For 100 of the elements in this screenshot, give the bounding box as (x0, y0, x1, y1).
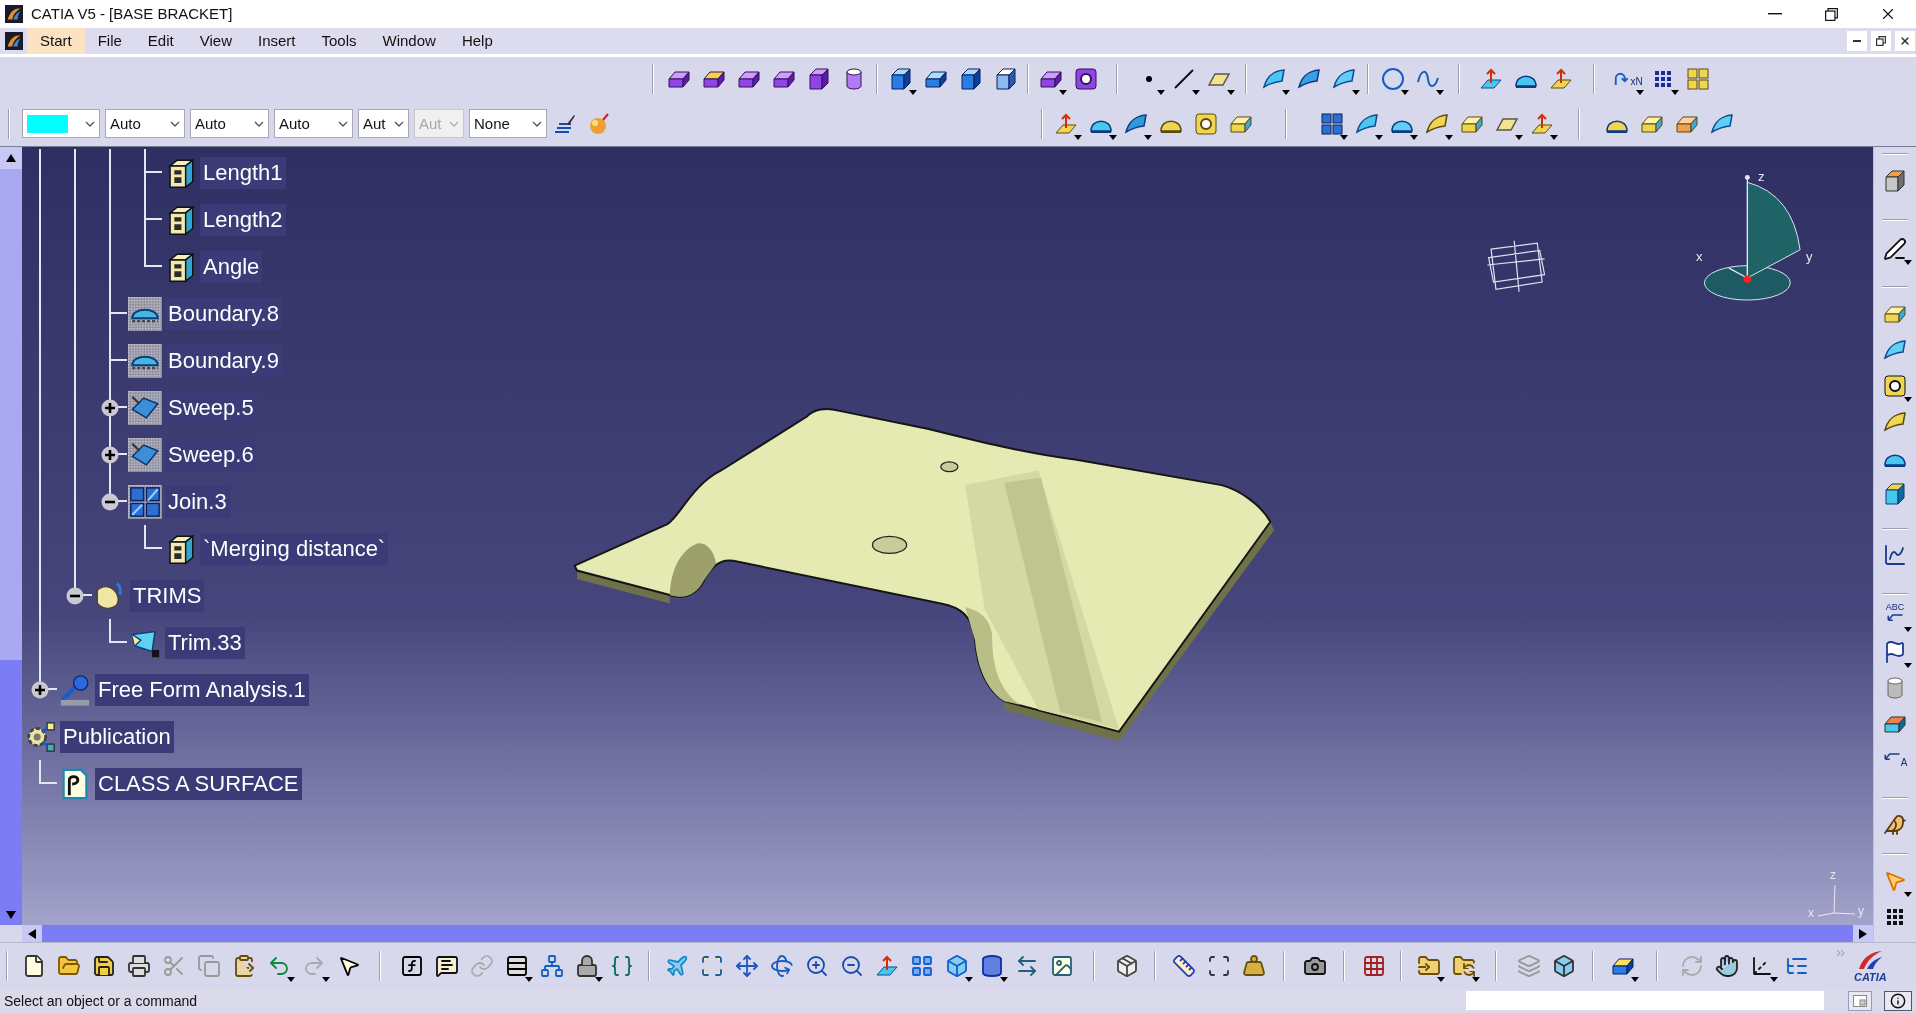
caret-icon[interactable] (1903, 260, 1912, 265)
surface-icon[interactable] (1261, 67, 1286, 91)
caret-icon[interactable] (1436, 90, 1444, 95)
caret-icon[interactable] (909, 90, 917, 95)
select-field[interactable]: None (469, 109, 547, 138)
chevron-down-icon[interactable] (338, 120, 348, 127)
horizontal-scrollbar[interactable] (42, 925, 1853, 942)
tiles-icon[interactable] (1319, 111, 1344, 136)
caret-icon[interactable] (1375, 134, 1383, 140)
padlock-icon[interactable] (574, 954, 599, 978)
color-picker[interactable] (22, 109, 100, 138)
caret-icon[interactable] (287, 977, 295, 982)
close-button[interactable] (1895, 31, 1915, 51)
surface-icon[interactable] (1354, 111, 1379, 136)
menu-item[interactable]: Insert (244, 28, 309, 54)
surface-icon[interactable] (1424, 111, 1449, 136)
cube-icon[interactable] (1883, 482, 1907, 506)
tree-item-label[interactable]: Boundary.9 (165, 344, 282, 377)
select-field[interactable]: Auto (274, 109, 353, 138)
caret-icon[interactable] (1227, 90, 1235, 95)
tree-item-label[interactable]: Publication (60, 720, 174, 753)
tree-item-label[interactable]: Free Form Analysis.1 (95, 673, 309, 706)
caret-icon[interactable] (1074, 134, 1082, 140)
ruler-icon[interactable] (1171, 954, 1196, 978)
hand-icon[interactable] (1714, 954, 1739, 978)
minimize-button[interactable] (1847, 31, 1867, 51)
caret-icon[interactable] (1903, 663, 1912, 668)
package-icon[interactable] (1114, 954, 1139, 978)
restore-button[interactable] (1871, 31, 1891, 51)
speech-bubble-icon[interactable] (434, 954, 459, 978)
plus-icon[interactable] (30, 680, 49, 699)
caret-icon[interactable] (1671, 90, 1679, 95)
surface-icon[interactable] (128, 390, 162, 425)
plus-icon[interactable] (100, 445, 119, 464)
circle-icon[interactable] (1380, 67, 1405, 91)
folder-sync-icon[interactable] (1451, 954, 1476, 978)
tree-item-label[interactable]: `Merging distance` (200, 532, 389, 565)
cube-icon[interactable] (958, 67, 983, 91)
select-field[interactable]: Auto (105, 109, 185, 138)
pan-icon[interactable] (734, 954, 759, 978)
caret-icon[interactable] (1550, 134, 1558, 140)
tree-item-label[interactable]: Angle (200, 250, 263, 283)
dome-icon[interactable] (128, 296, 162, 331)
sphere-icon[interactable] (587, 111, 612, 136)
select-field[interactable]: Aut (358, 109, 409, 138)
tiles-icon[interactable] (1685, 67, 1710, 91)
restore-icon[interactable] (1825, 7, 1838, 21)
minus-icon[interactable] (100, 492, 119, 511)
info-button[interactable] (1884, 990, 1912, 1011)
surface-arrow-icon[interactable] (1548, 67, 1573, 91)
curved-arrow-icon[interactable] (1612, 70, 1631, 88)
ring-icon[interactable] (1073, 67, 1098, 91)
bird-icon[interactable] (1883, 813, 1907, 837)
tree-item-label[interactable]: Length2 (200, 203, 286, 236)
caret-icon[interactable] (1472, 977, 1480, 982)
caret-icon[interactable] (1445, 134, 1453, 140)
surface-arrow-icon[interactable] (1478, 67, 1503, 91)
function-icon[interactable] (399, 954, 424, 978)
caret-icon[interactable] (1903, 892, 1912, 897)
four-pane-icon[interactable] (909, 954, 934, 978)
caret-icon[interactable] (965, 977, 973, 982)
caret-icon[interactable] (1282, 90, 1290, 95)
open-folder-icon[interactable] (56, 954, 81, 978)
scan-icon[interactable] (1206, 954, 1231, 978)
caret-icon[interactable] (1059, 90, 1067, 95)
plus-icon[interactable] (100, 398, 119, 417)
hierarchy-icon[interactable] (539, 954, 564, 978)
save-icon[interactable] (91, 954, 116, 978)
braces-icon[interactable] (609, 954, 634, 978)
surface-arrow-icon[interactable] (1053, 111, 1078, 136)
app-icon[interactable] (5, 32, 23, 50)
grid-icon[interactable] (1361, 954, 1386, 978)
tree-item-label[interactable]: Trim.33 (165, 626, 245, 659)
caret-up-icon[interactable] (6, 154, 16, 162)
tree-item-label[interactable]: Join.3 (165, 485, 230, 518)
surface-icon[interactable] (128, 437, 162, 472)
ring-icon[interactable] (1193, 111, 1218, 136)
select-field[interactable]: Auto (190, 109, 269, 138)
surface-icon[interactable] (1883, 338, 1907, 362)
table-icon[interactable] (504, 954, 529, 978)
tiles-icon[interactable] (128, 484, 162, 519)
camera-icon[interactable] (1302, 954, 1327, 978)
caret-icon[interactable] (1401, 90, 1409, 95)
caret-icon[interactable] (1515, 134, 1523, 140)
caret-icon[interactable] (1631, 977, 1639, 982)
caret-icon[interactable] (1903, 627, 1912, 632)
scroll-thumb[interactable] (0, 660, 22, 905)
caret-icon[interactable] (1000, 977, 1008, 982)
chevron-down-icon[interactable] (85, 120, 95, 127)
caret-icon[interactable] (1192, 90, 1200, 95)
menu-item[interactable]: Help (448, 28, 506, 54)
menu-item[interactable]: Start (27, 28, 85, 54)
caret-icon[interactable] (1144, 134, 1152, 140)
airplane-icon[interactable] (664, 954, 689, 978)
ring-icon[interactable] (1883, 374, 1907, 398)
weight-icon[interactable] (1241, 954, 1266, 978)
chevron-down-icon[interactable] (254, 120, 264, 127)
command-field[interactable] (1466, 991, 1824, 1010)
surface-icon[interactable] (1296, 67, 1321, 91)
chevron-down-icon[interactable] (532, 120, 542, 127)
